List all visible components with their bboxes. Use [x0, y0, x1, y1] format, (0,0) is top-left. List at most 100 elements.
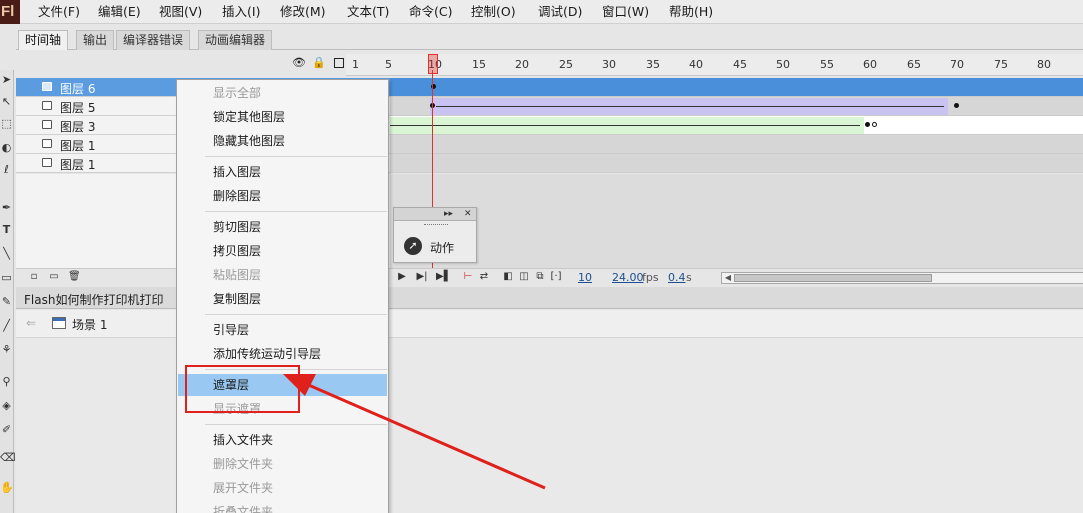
layer-icon	[42, 139, 52, 148]
actions-label[interactable]: 动作	[430, 239, 454, 256]
paint-bucket-tool-icon[interactable]: ◈	[0, 398, 13, 414]
current-frame-value[interactable]: 10	[578, 271, 592, 284]
bone-tool-icon[interactable]: ⚲	[0, 374, 13, 390]
menu-collapse-folder[interactable]: 折叠文件夹	[178, 501, 387, 513]
panel-tab-bar: 时间轴 输出 编译器错误 动画编辑器	[16, 30, 1083, 50]
menu-text[interactable]: 文本(T)	[347, 4, 389, 20]
outline-icon[interactable]	[334, 58, 344, 68]
tab-compiler-errors[interactable]: 编译器错误	[116, 30, 191, 50]
timeline-horizontal-scrollbar[interactable]: ◀	[721, 272, 1083, 284]
frame-track[interactable]	[390, 135, 1083, 154]
eraser-tool-icon[interactable]: ⌫	[0, 450, 16, 466]
scene-icon	[52, 317, 66, 329]
menu-help[interactable]: 帮助(H)	[669, 4, 713, 20]
menu-add-motion-guide[interactable]: 添加传统运动引导层	[178, 343, 387, 365]
deco-tool-icon[interactable]: ⚘	[0, 342, 13, 358]
playhead[interactable]	[428, 54, 438, 74]
line-tool-icon[interactable]: ╲	[0, 246, 13, 262]
menu-insert-folder[interactable]: 插入文件夹	[178, 429, 387, 451]
frame-track[interactable]	[390, 154, 1083, 173]
brush-tool-icon[interactable]: ╱	[0, 318, 13, 334]
play-icon[interactable]: ▶	[396, 271, 408, 283]
menu-delete-folder[interactable]: 删除文件夹	[178, 453, 387, 475]
actions-panel: ▸▸ ✕ ➚ 动作	[393, 207, 477, 263]
keyframe[interactable]	[954, 103, 959, 108]
menu-hide-others[interactable]: 隐藏其他图层	[178, 130, 387, 152]
onion-skin-icon[interactable]: ◧	[502, 271, 514, 283]
frame-track[interactable]	[390, 97, 1083, 116]
menu-window[interactable]: 窗口(W)	[602, 4, 649, 20]
lock-icon[interactable]: 🔒	[312, 57, 326, 69]
menu-bar: Fl 文件(F) 编辑(E) 视图(V) 插入(I) 修改(M) 文本(T) 命…	[0, 0, 1083, 24]
panel-grip[interactable]	[424, 224, 448, 227]
menu-paste-layer[interactable]: 粘贴图层	[178, 264, 387, 286]
menu-view[interactable]: 视图(V)	[159, 4, 202, 20]
menu-control[interactable]: 控制(O)	[471, 4, 516, 20]
menu-expand-folder[interactable]: 展开文件夹	[178, 477, 387, 499]
scene-label[interactable]: 场景 1	[72, 316, 107, 333]
new-layer-icon[interactable]: ▫	[28, 271, 40, 283]
layer-icon	[42, 120, 52, 129]
actions-arrow-icon[interactable]: ➚	[404, 237, 422, 255]
rectangle-tool-icon[interactable]: ▭	[0, 270, 13, 286]
ruler-label: 45	[733, 58, 747, 71]
frame-rate-unit: fps	[642, 271, 659, 284]
go-to-last-frame-icon[interactable]: ▶▌	[436, 271, 451, 283]
subselection-tool-icon[interactable]: ↖	[0, 94, 13, 110]
loop-icon[interactable]: ⇄	[478, 271, 490, 283]
center-frame-icon[interactable]: ⊢	[462, 271, 474, 283]
menu-guide-layer[interactable]: 引导层	[178, 319, 387, 341]
eyedropper-tool-icon[interactable]: ✐	[0, 422, 13, 438]
new-folder-icon[interactable]: ▭	[48, 271, 60, 283]
blank-keyframe[interactable]	[872, 122, 877, 127]
hand-tool-icon[interactable]: ✋	[0, 480, 14, 496]
scrollbar-thumb[interactable]	[734, 274, 932, 282]
text-tool-icon[interactable]: T	[0, 222, 13, 238]
pencil-tool-icon[interactable]: ✎	[0, 294, 13, 310]
delete-layer-icon[interactable]: 🗑	[68, 271, 81, 283]
menu-cut-layer[interactable]: 剪切图层	[178, 216, 387, 238]
frame-track[interactable]	[390, 78, 1083, 97]
show-hide-icon[interactable]: 👁	[292, 57, 306, 69]
menu-duplicate-layer[interactable]: 复制图层	[178, 288, 387, 310]
layer-context-menu: 显示全部 锁定其他图层 隐藏其他图层 插入图层 删除图层 剪切图层 拷贝图层 粘…	[176, 79, 389, 513]
free-transform-tool-icon[interactable]: ⬚	[0, 116, 13, 132]
menu-commands[interactable]: 命令(C)	[409, 4, 452, 20]
ruler-label: 60	[863, 58, 877, 71]
menu-debug[interactable]: 调试(D)	[538, 4, 582, 20]
edit-multiple-frames-icon[interactable]: ⧉	[534, 271, 546, 283]
tab-timeline[interactable]: 时间轴	[18, 30, 69, 50]
modify-markers-icon[interactable]: [·]	[550, 271, 562, 283]
menu-show-all[interactable]: 显示全部	[178, 82, 387, 104]
keyframe[interactable]	[865, 122, 870, 127]
actions-panel-titlebar[interactable]: ▸▸ ✕	[394, 208, 476, 221]
app-logo: Fl	[0, 0, 20, 24]
menu-lock-others[interactable]: 锁定其他图层	[178, 106, 387, 128]
back-arrow-icon[interactable]: ⇐	[26, 316, 36, 330]
menu-separator	[205, 156, 387, 157]
menu-insert[interactable]: 插入(I)	[222, 4, 260, 20]
selection-tool-icon[interactable]: ➤	[0, 72, 13, 88]
ruler-label: 50	[776, 58, 790, 71]
menu-insert-layer[interactable]: 插入图层	[178, 161, 387, 183]
close-icon[interactable]: ✕	[464, 208, 472, 220]
step-forward-icon[interactable]: ▶|	[416, 271, 428, 283]
frame-ruler[interactable]: 1 5 10 15 20 25 30 35 40 45 50 55 60 65 …	[346, 54, 1083, 76]
pen-tool-icon[interactable]: ✒	[0, 200, 13, 216]
3d-rotation-tool-icon[interactable]: ◐	[0, 140, 13, 156]
menu-edit[interactable]: 编辑(E)	[98, 4, 141, 20]
scroll-left-icon[interactable]: ◀	[722, 273, 734, 283]
elapsed-time-value[interactable]: 0.4	[668, 271, 686, 284]
lasso-tool-icon[interactable]: ℓ	[0, 162, 13, 178]
menu-delete-layer[interactable]: 删除图层	[178, 185, 387, 207]
menu-modify[interactable]: 修改(M)	[280, 4, 326, 20]
onion-skin-outlines-icon[interactable]: ◫	[518, 271, 530, 283]
frame-rate-value[interactable]: 24.00	[612, 271, 644, 284]
tab-motion-editor[interactable]: 动画编辑器	[198, 30, 273, 50]
menu-copy-layer[interactable]: 拷贝图层	[178, 240, 387, 262]
menu-file[interactable]: 文件(F)	[38, 4, 80, 20]
tween-arrow	[390, 125, 860, 126]
frame-track[interactable]	[390, 116, 1083, 135]
collapse-icon[interactable]: ▸▸	[444, 208, 453, 220]
tab-output[interactable]: 输出	[76, 30, 115, 50]
